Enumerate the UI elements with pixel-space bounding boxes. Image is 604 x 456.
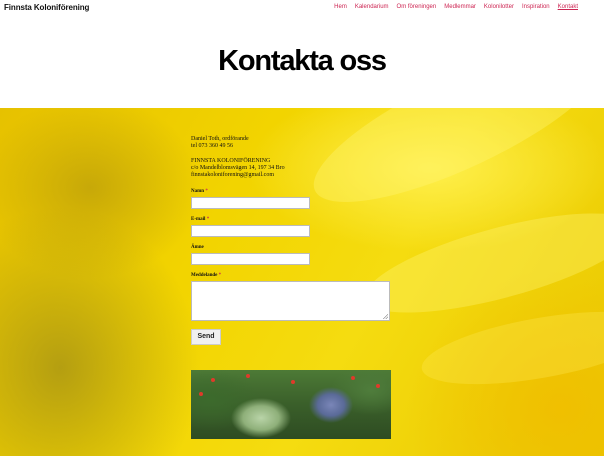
email-label: E-mail * [191,217,210,222]
contact-form: Namn * E-mail * Ämne Meddelande * Send [191,189,391,345]
nav-item-hem[interactable]: Hem [334,4,347,10]
name-label: Namn * [191,189,208,194]
site-header: Finnsta Koloniförening Hem Kalendarium O… [0,0,604,18]
contact-org: FINNSTA KOLONIFÖRENING [191,158,271,164]
garden-cabbage-image [191,370,391,439]
contact-section: Daniel Toth, ordförande tel 073 360 49 5… [191,136,391,345]
nav-item-medlemmar[interactable]: Medlemmar [444,4,476,10]
contact-phone: tel 073 360 49 56 [191,143,233,149]
email-field[interactable] [191,225,310,237]
contact-address: c/o Mandelblomsvägen 14, 197 34 Bro [191,165,285,171]
site-title-link[interactable]: Finnsta Koloniförening [4,3,89,12]
subject-field[interactable] [191,253,310,265]
name-field[interactable] [191,197,310,209]
nav-item-kontakt[interactable]: Kontakt [558,4,578,10]
nav-item-kolonilotter[interactable]: Kolonilotter [484,4,514,10]
send-button[interactable]: Send [191,329,221,345]
resize-handle-icon[interactable] [383,314,388,319]
contact-email[interactable]: finnstakoloniforening@gmail.com [191,172,391,179]
nav-item-inspiration[interactable]: Inspiration [522,4,550,10]
message-field[interactable] [191,281,390,321]
nav-item-kalendarium[interactable]: Kalendarium [355,4,389,10]
contact-person: Daniel Toth, ordförande [191,136,249,142]
nav-item-om-foreningen[interactable]: Om föreningen [397,4,437,10]
page-title: Kontakta oss [218,45,387,77]
message-label: Meddelande * [191,273,222,278]
subject-label: Ämne [191,245,204,250]
main-nav: Hem Kalendarium Om föreningen Medlemmar … [334,4,578,10]
